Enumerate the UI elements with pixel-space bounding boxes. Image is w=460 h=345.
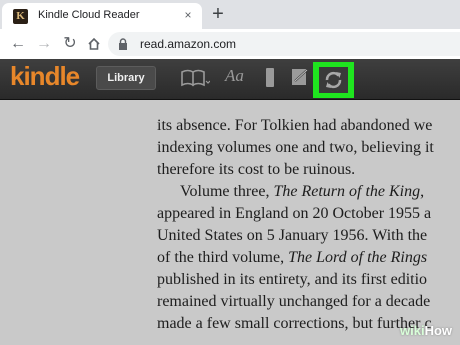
tab-kindle-cloud-reader[interactable]: K Kindle Cloud Reader × xyxy=(2,3,202,29)
book-text-line: Volume three, The Return of the King, xyxy=(180,183,425,200)
book-text-line: indexing volumes one and two, believing … xyxy=(157,139,434,156)
address-bar: ← → ↻ read.amazon.com xyxy=(0,29,460,60)
notes-icon[interactable] xyxy=(291,67,311,87)
sync-icon xyxy=(325,71,342,89)
book-text-line: therefore its cost to be ruinous. xyxy=(157,161,356,178)
new-tab-button[interactable]: + xyxy=(208,4,228,24)
kindle-logo: kindle xyxy=(10,61,80,91)
tab-title: Kindle Cloud Reader xyxy=(38,9,140,21)
book-text-line: remained virtually unchanged for a decad… xyxy=(157,293,431,310)
wikihow-watermark: wikiHow xyxy=(400,323,453,338)
close-icon[interactable]: × xyxy=(180,7,196,23)
book-icon[interactable] xyxy=(180,68,210,88)
home-button[interactable] xyxy=(84,34,104,54)
book-text-line: its absence. For Tolkien had abandoned w… xyxy=(157,117,433,134)
url-text: read.amazon.com xyxy=(140,37,237,51)
back-button[interactable]: ← xyxy=(8,34,28,54)
omnibox[interactable]: read.amazon.com xyxy=(108,32,460,56)
forward-button[interactable]: → xyxy=(34,34,54,54)
home-icon xyxy=(88,37,100,50)
book-text-line: published in its entirety, and its first… xyxy=(157,271,428,288)
book-text-line: United States on 5 January 1956. With th… xyxy=(157,227,428,244)
lock-icon xyxy=(119,38,127,50)
kindle-favicon-icon: K xyxy=(13,9,28,24)
kindle-toolbar: kindle Library Aa xyxy=(0,59,460,100)
book-text-line: made a few small corrections, but furthe… xyxy=(157,315,432,332)
library-button[interactable]: Library xyxy=(96,66,156,90)
sync-button-highlight xyxy=(313,62,354,98)
reload-button[interactable]: ↻ xyxy=(60,34,80,54)
font-icon[interactable]: Aa xyxy=(225,66,244,86)
book-text-line: of the third volume, The Lord of the Rin… xyxy=(157,249,428,266)
book-text-line: appeared in England on 20 October 1955 a xyxy=(157,205,432,222)
browser-tab-strip: K Kindle Cloud Reader × + xyxy=(0,0,460,29)
bookmark-icon[interactable] xyxy=(264,67,276,89)
sync-button[interactable] xyxy=(319,67,348,93)
